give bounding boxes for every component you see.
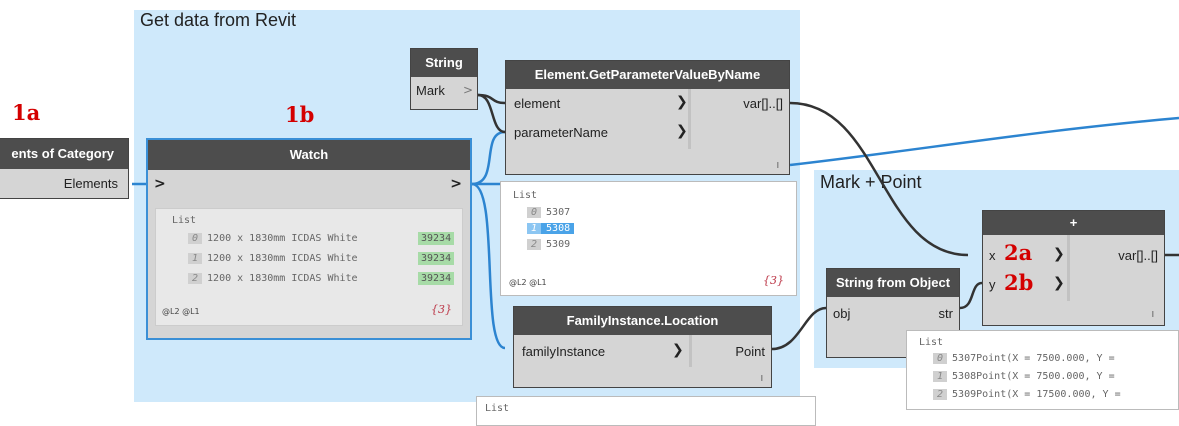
node-get-parameter-value-by-name[interactable]: Element.GetParameterValueByName element … <box>505 60 790 175</box>
input-arrow-icon: ❯ <box>1053 246 1065 262</box>
port-divider <box>688 89 691 149</box>
list-item: 2 5309 <box>527 239 570 250</box>
input-arrow-icon: ❯ <box>676 94 688 110</box>
output-port-var[interactable]: var[]..[] <box>743 96 783 111</box>
node-title: Element.GetParameterValueByName <box>506 61 789 89</box>
step-label-2b: 2b <box>1004 270 1034 295</box>
node-elements-of-category[interactable]: ents of Category Elements <box>0 138 129 199</box>
lacing-indicator[interactable]: l <box>1152 310 1154 319</box>
input-port[interactable]: > <box>154 176 166 192</box>
node-string[interactable]: String Mark > <box>410 48 478 110</box>
input-arrow-icon: ❯ <box>1053 275 1065 291</box>
list-count: {3} <box>763 274 784 287</box>
string-value[interactable]: Mark <box>416 83 445 98</box>
node-preview-plus: List 0 5307Point(X = 7500.000, Y = 1 5308P… <box>906 330 1179 410</box>
list-item-selected[interactable]: 1 5308 <box>527 223 575 234</box>
output-port-point[interactable]: Point <box>735 344 765 359</box>
port-divider <box>689 335 692 367</box>
watch-preview: List 0 1200 x 1830mm ICDAS White 39234 11… <box>155 208 463 326</box>
port-divider <box>1067 235 1070 301</box>
input-port-parametername[interactable]: parameterName <box>514 125 608 140</box>
node-title: FamilyInstance.Location <box>514 307 771 335</box>
input-port-x[interactable]: x <box>989 248 996 263</box>
list-value: 39234 <box>418 272 455 285</box>
list-levels: @L2 @L1 <box>509 278 547 287</box>
output-port-str[interactable]: str <box>939 306 953 321</box>
list-item: 2 5309Point(X = 17500.000, Y = <box>933 389 1121 400</box>
node-title: String <box>411 49 477 77</box>
step-label-2a: 2a <box>1004 240 1033 265</box>
list-levels: @L2 @L1 <box>162 307 200 316</box>
step-label-1a: 1a <box>12 100 41 125</box>
input-arrow-icon: ❯ <box>676 123 688 139</box>
output-port[interactable]: > <box>463 83 473 97</box>
lacing-indicator[interactable]: l <box>761 374 763 383</box>
list-item: 1 1200 x 1830mm ICDAS White <box>188 253 358 264</box>
node-title: String from Object <box>827 269 959 297</box>
output-port-var[interactable]: var[]..[] <box>1118 248 1158 263</box>
list-count: {3} <box>431 303 452 316</box>
list-value: 39234 <box>418 232 455 245</box>
list-index: 0 <box>188 233 203 244</box>
input-port-obj[interactable]: obj <box>833 306 850 321</box>
list-item: 2 1200 x 1830mm ICDAS White <box>188 273 358 284</box>
list-index: 2 <box>188 273 203 284</box>
node-plus[interactable]: + x ❯ y ❯ var[]..[] l <box>982 210 1165 326</box>
node-preview-get-parameter: List 0 5307 1 5308 2 5309 @L2 @L1 {3} <box>500 181 797 296</box>
list-item: 0 5307 <box>527 207 570 218</box>
node-title: ents of Category <box>0 139 128 169</box>
step-label-1b: 1b <box>285 102 315 127</box>
output-port[interactable]: > <box>450 176 462 192</box>
list-header: List <box>513 190 538 201</box>
list-item: 1 5308Point(X = 7500.000, Y = <box>933 371 1115 382</box>
input-port-familyinstance[interactable]: familyInstance <box>522 344 605 359</box>
list-header: List <box>919 337 944 348</box>
node-watch[interactable]: Watch > > List 0 1200 x 1830mm ICDAS Whit… <box>146 138 472 340</box>
list-header: List <box>485 403 510 414</box>
input-port-element[interactable]: element <box>514 96 560 111</box>
output-port-elements[interactable]: Elements <box>64 176 118 191</box>
input-port-y[interactable]: y <box>989 277 996 292</box>
list-index: 1 <box>188 253 203 264</box>
node-preview-location: List <box>476 396 816 426</box>
list-value: 39234 <box>418 252 455 265</box>
lacing-indicator[interactable]: l <box>777 161 779 170</box>
list-item: 0 5307Point(X = 7500.000, Y = <box>933 353 1115 364</box>
node-title: + <box>983 211 1164 235</box>
node-familyinstance-location[interactable]: FamilyInstance.Location familyInstance ❯… <box>513 306 772 388</box>
node-title: Watch <box>148 140 470 170</box>
list-header: List <box>172 215 197 226</box>
list-item: 0 1200 x 1830mm ICDAS White <box>188 233 358 244</box>
input-arrow-icon: ❯ <box>672 342 684 358</box>
